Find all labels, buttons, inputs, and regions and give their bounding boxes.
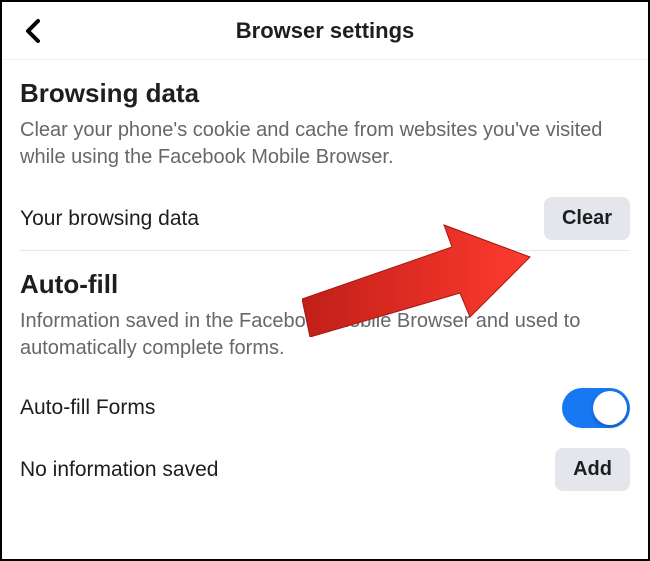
- autofill-info-row: No information saved Add: [20, 438, 630, 501]
- browsing-data-section: Browsing data Clear your phone's cookie …: [2, 60, 648, 250]
- browsing-data-row-label: Your browsing data: [20, 207, 199, 231]
- toggle-knob: [593, 391, 627, 425]
- autofill-desc: Information saved in the Facebook Mobile…: [20, 308, 630, 362]
- autofill-forms-label: Auto-fill Forms: [20, 396, 155, 420]
- autofill-title: Auto-fill: [20, 269, 630, 300]
- browsing-data-row: Your browsing data Clear: [20, 187, 630, 250]
- browsing-data-desc: Clear your phone's cookie and cache from…: [20, 117, 630, 171]
- back-button[interactable]: [18, 15, 50, 47]
- chevron-left-icon: [24, 17, 44, 45]
- header: Browser settings: [2, 2, 648, 60]
- autofill-forms-row: Auto-fill Forms: [20, 378, 630, 438]
- autofill-section: Auto-fill Information saved in the Faceb…: [2, 251, 648, 501]
- browsing-data-title: Browsing data: [20, 78, 630, 109]
- autofill-forms-toggle[interactable]: [562, 388, 630, 428]
- autofill-info-label: No information saved: [20, 458, 218, 482]
- add-button[interactable]: Add: [555, 448, 630, 491]
- clear-button[interactable]: Clear: [544, 197, 630, 240]
- page-title: Browser settings: [236, 18, 415, 44]
